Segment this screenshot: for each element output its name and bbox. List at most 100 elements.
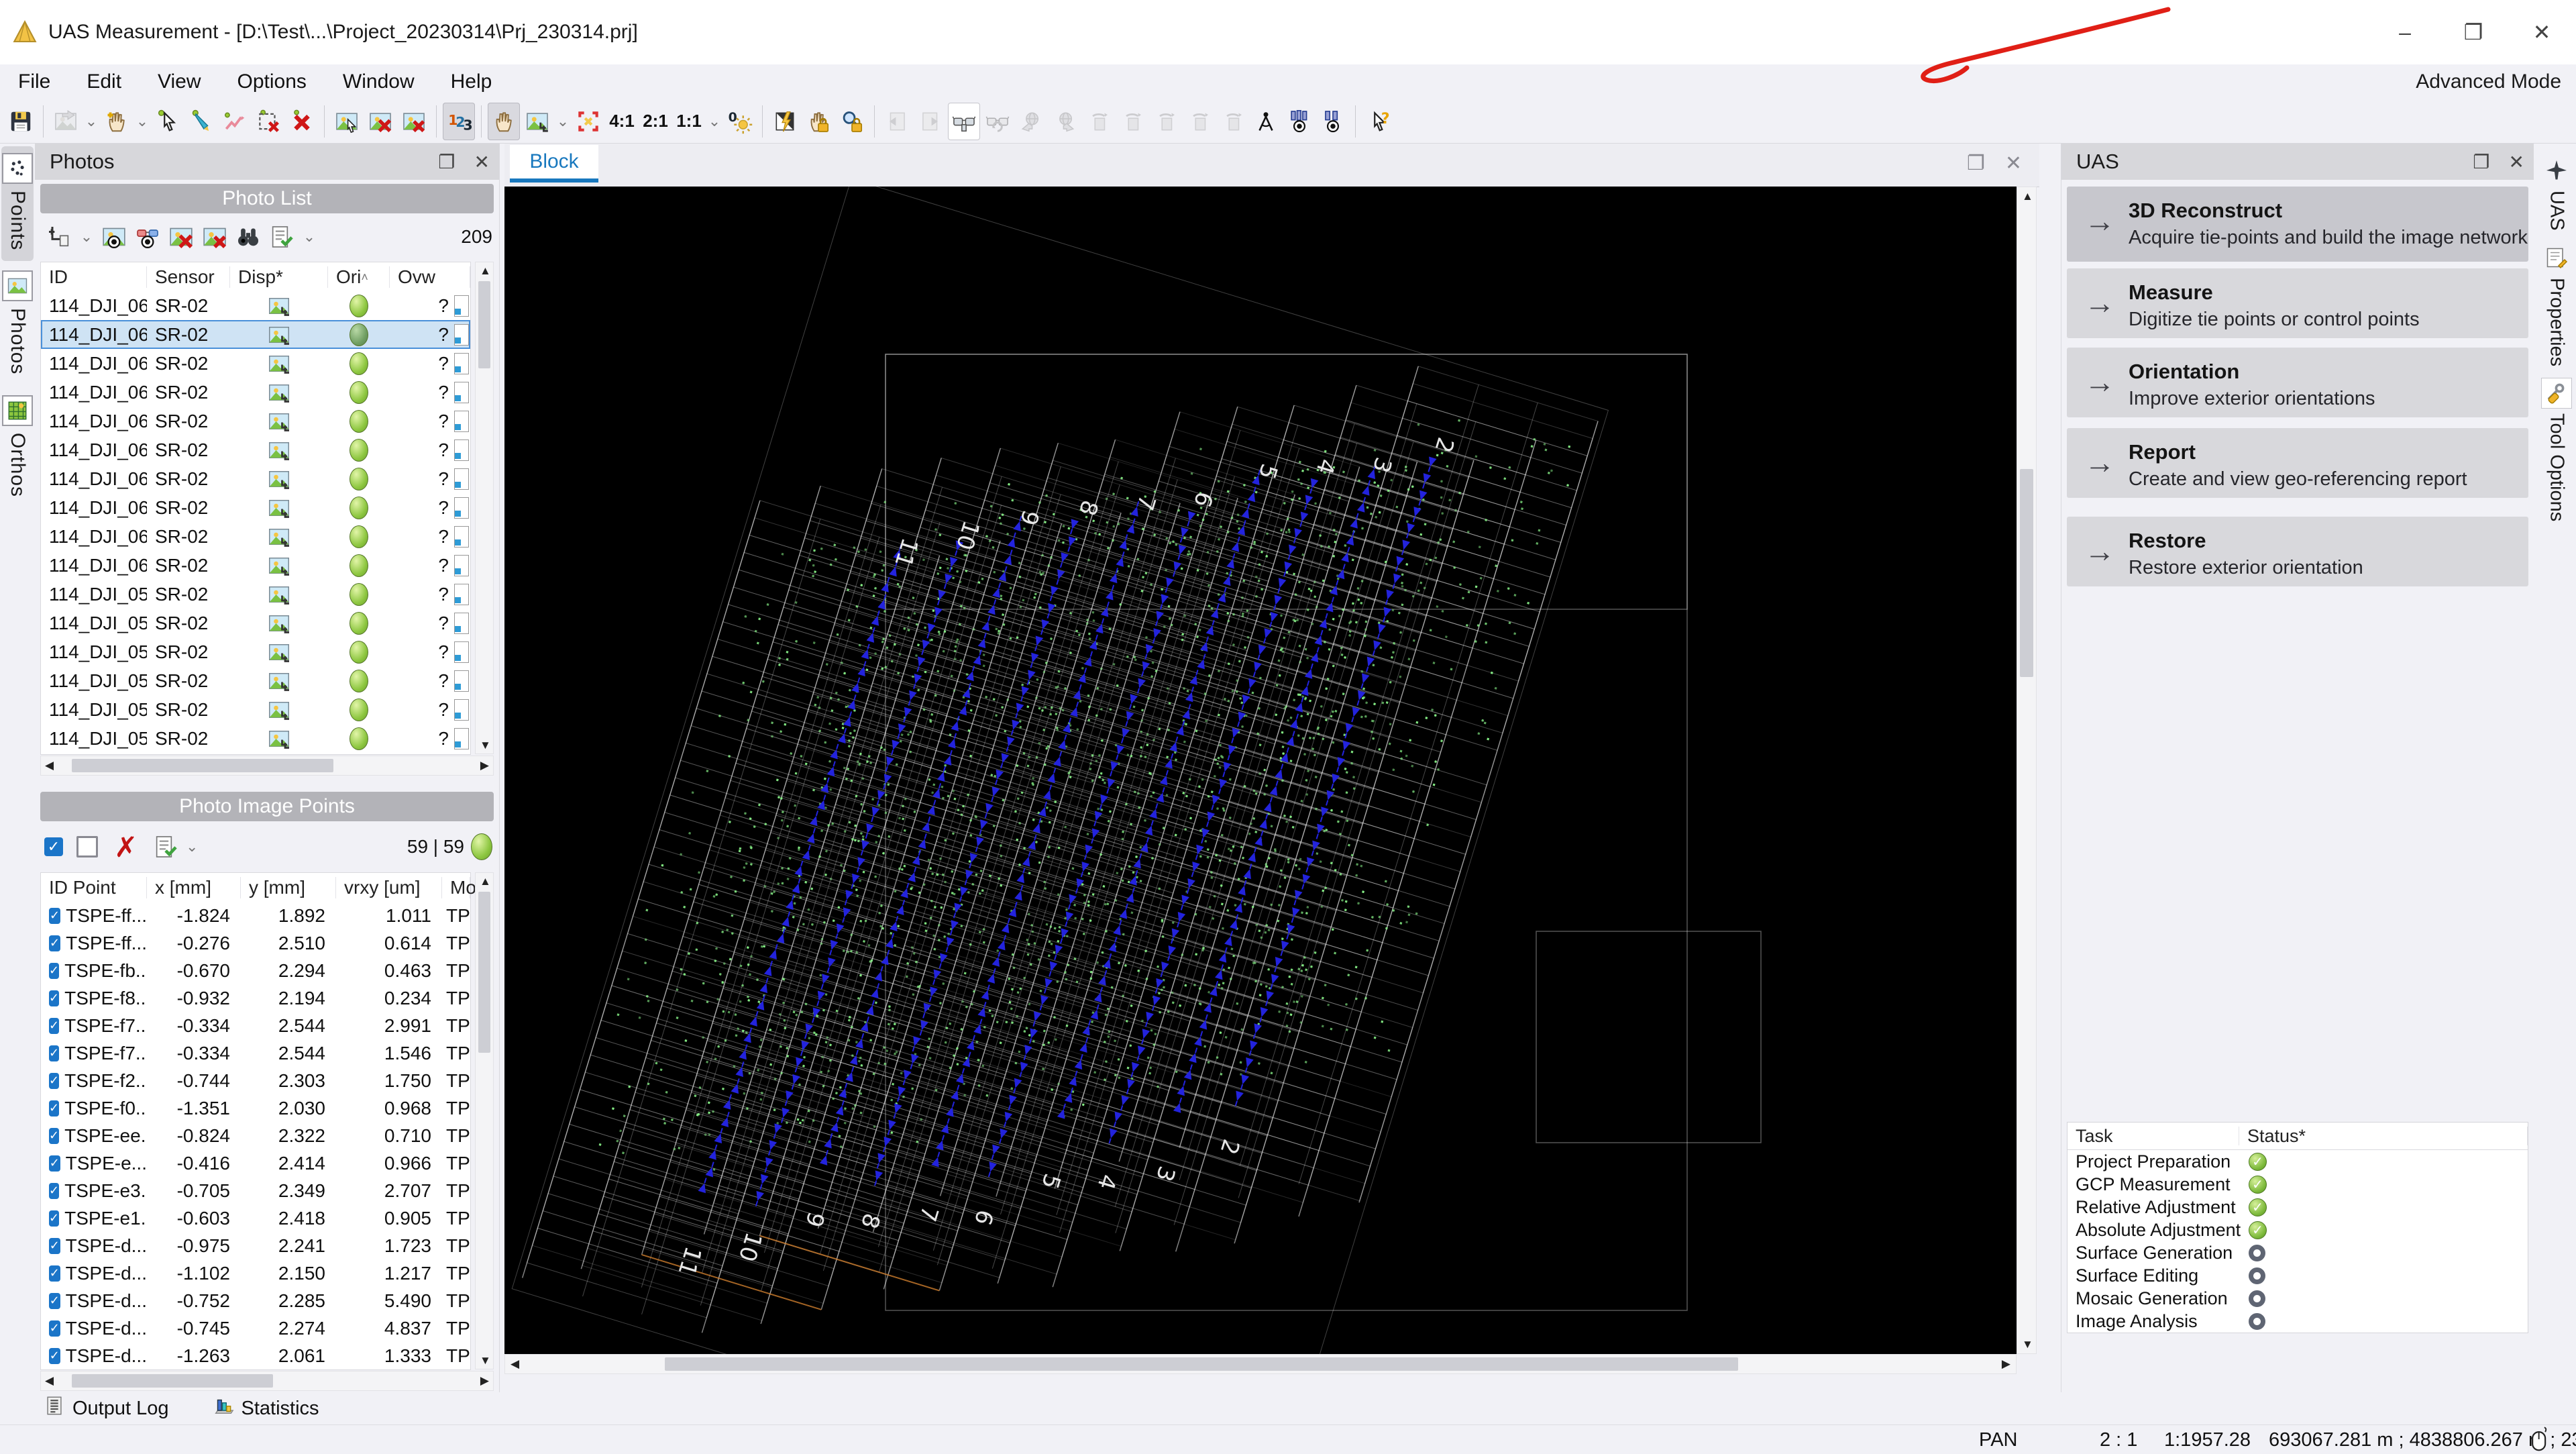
card-measure[interactable]: → Measure Digitize tie points or control… <box>2067 268 2528 338</box>
viewport-hscrollbar[interactable]: ◀ ▶ <box>504 1354 2017 1374</box>
dart-select-button[interactable] <box>185 103 217 140</box>
photo-row[interactable]: 114_DJI_0570 SR-02 ? <box>41 637 470 666</box>
menu-options[interactable]: Options <box>219 64 325 99</box>
photo-row[interactable]: 114_DJI_0630 SR-02 ? <box>41 464 470 493</box>
point-row[interactable]: ✓ TSPE-f8... -0.932 2.194 0.234 TPC <box>41 984 470 1012</box>
point-row[interactable]: ✓ TSPE-fb... -0.670 2.294 0.463 TPC <box>41 957 470 984</box>
menu-view[interactable]: View <box>140 64 219 99</box>
zigzag-move-button[interactable] <box>219 103 251 140</box>
viewport-vscrollbar[interactable]: ▲ ▼ <box>2017 187 2037 1354</box>
station-view-button[interactable] <box>1250 103 1282 140</box>
display-icon[interactable] <box>230 467 328 491</box>
point-checkbox[interactable]: ✓ <box>49 1210 59 1227</box>
chevron-down-icon[interactable]: ⌄ <box>133 103 151 140</box>
move-point-button[interactable] <box>101 103 133 140</box>
display-icon[interactable] <box>230 352 328 376</box>
point-checkbox[interactable]: ✓ <box>49 1320 60 1337</box>
tab-block[interactable]: Block <box>510 145 598 183</box>
display-icon[interactable] <box>230 323 328 347</box>
stereo-glasses-button[interactable] <box>948 103 980 140</box>
point-row[interactable]: ✓ TSPE-e... -0.416 2.414 0.966 TPC <box>41 1149 470 1177</box>
restore-button[interactable]: ❐ <box>2458 19 2489 45</box>
contrast-button[interactable] <box>769 103 801 140</box>
right-tab-tool-options[interactable]: Tool Options <box>2537 378 2576 521</box>
photo-image-points-section-header[interactable]: Photo Image Points <box>40 792 494 821</box>
photo-row[interactable]: 114_DJI_0580 SR-02 ? <box>41 609 470 637</box>
checklist-icon[interactable] <box>267 221 297 253</box>
scroll-right-icon[interactable]: ▶ <box>2002 1358 2010 1369</box>
right-tab-properties[interactable]: Properties <box>2537 243 2576 366</box>
photo-row[interactable]: 114_DJI_0660 SR-02 ? <box>41 378 470 407</box>
close-document-icon[interactable]: ✕ <box>2005 152 2022 175</box>
point-checkbox[interactable]: ✓ <box>49 1073 59 1089</box>
menu-edit[interactable]: Edit <box>68 64 140 99</box>
point-checkbox[interactable]: ✓ <box>49 1265 60 1282</box>
sidebar-tab-points[interactable]: Points <box>1 146 34 261</box>
card-restore[interactable]: → Restore Restore exterior orientation <box>2067 517 2528 586</box>
point-row[interactable]: ✓ TSPE-f2... -0.744 2.303 1.750 TPC <box>41 1067 470 1094</box>
multi-view-button[interactable] <box>1283 103 1316 140</box>
scroll-right-icon[interactable]: ▶ <box>480 1375 489 1386</box>
photo-list-hscrollbar[interactable]: ◀ ▶ <box>40 756 494 776</box>
photo-row[interactable]: 114_DJI_0640 SR-02 ? <box>41 435 470 464</box>
float-document-icon[interactable]: ❐ <box>1967 152 1985 175</box>
point-row[interactable]: ✓ TSPE-d... -1.263 2.061 1.333 TPC <box>41 1342 470 1369</box>
image-delete-2-button[interactable] <box>398 103 430 140</box>
binoculars-icon[interactable] <box>233 221 263 253</box>
point-row[interactable]: ✓ TSPE-ff... -1.824 1.892 1.011 TPC <box>41 902 470 929</box>
column-header-status[interactable]: Status* <box>2239 1127 2528 1145</box>
card-orientation[interactable]: → Orientation Improve exterior orientati… <box>2067 348 2528 417</box>
menu-window[interactable]: Window <box>325 64 433 99</box>
scroll-down-icon[interactable]: ▼ <box>2022 1339 2033 1350</box>
point-row[interactable]: ✓ TSPE-f0... -1.351 2.030 0.968 TPC <box>41 1094 470 1122</box>
multi-view-2-button[interactable] <box>1317 103 1349 140</box>
sidebar-tab-orthos[interactable]: Orthos <box>1 388 34 508</box>
display-icon[interactable] <box>230 698 328 722</box>
display-icon[interactable] <box>230 525 328 549</box>
column-header-mo[interactable]: Mo <box>442 877 470 898</box>
image-delete-2-icon[interactable] <box>200 221 229 253</box>
card-report[interactable]: → Report Create and view geo-referencing… <box>2067 428 2528 498</box>
zoom-corners-button[interactable] <box>572 103 604 140</box>
point-checkbox[interactable]: ✓ <box>49 1348 60 1364</box>
image-cursor-button[interactable] <box>331 103 363 140</box>
column-header-disp[interactable]: Disp* <box>230 266 328 288</box>
display-icon[interactable] <box>230 438 328 462</box>
photo-row[interactable]: 114_DJI_0650 SR-02 ? <box>41 407 470 435</box>
delete-red-button[interactable] <box>286 103 318 140</box>
photo-row[interactable]: 114_DJI_0680 SR-02 ? <box>41 320 470 349</box>
image-corner-button[interactable] <box>521 103 553 140</box>
delete-point-icon[interactable]: ✗ <box>114 831 138 864</box>
column-header-xmm[interactable]: x [mm] <box>147 877 241 898</box>
scroll-left-icon[interactable]: ◀ <box>511 1358 519 1369</box>
chevron-down-icon[interactable]: ⌄ <box>183 828 201 866</box>
column-header-task[interactable]: Task <box>2068 1127 2239 1145</box>
close-panel-icon[interactable]: ✕ <box>2509 151 2524 173</box>
delete-region-button[interactable] <box>252 103 284 140</box>
column-header-ori[interactable]: Ori ˄ <box>328 266 390 288</box>
point-checkbox[interactable]: ✓ <box>49 935 60 951</box>
point-row[interactable]: ✓ TSPE-ee... -0.824 2.322 0.710 TPC <box>41 1122 470 1149</box>
chevron-down-icon[interactable]: ⌄ <box>78 218 95 256</box>
display-icon[interactable] <box>230 582 328 607</box>
save-button[interactable] <box>5 103 37 140</box>
sidebar-tab-photos[interactable]: Photos <box>1 264 34 385</box>
column-header-vrxyum[interactable]: vrxy [um] <box>336 877 442 898</box>
digits-123-button[interactable]: 123 <box>443 103 475 140</box>
scroll-down-icon[interactable]: ▼ <box>480 739 491 751</box>
photo-row[interactable]: 114_DJI_0620 SR-02 ? <box>41 493 470 522</box>
scroll-left-icon[interactable]: ◀ <box>45 760 54 771</box>
image-eye-icon[interactable] <box>99 221 129 253</box>
display-icon[interactable] <box>230 640 328 664</box>
close-button[interactable]: ✕ <box>2526 19 2557 45</box>
glasses-eye-icon[interactable] <box>133 221 162 253</box>
point-checkbox[interactable]: ✓ <box>49 1045 59 1061</box>
points-hscrollbar[interactable]: ◀ ▶ <box>40 1371 494 1391</box>
zoom-4-1-button[interactable]: 4:1 <box>606 103 638 140</box>
zoom-2-1-button[interactable]: 2:1 <box>639 103 672 140</box>
photo-list-vscrollbar[interactable]: ▲ ▼ <box>475 262 494 754</box>
photo-row[interactable]: 114_DJI_0550 SR-02 ? <box>41 695 470 724</box>
photo-row[interactable]: 114_DJI_0690 SR-02 ? <box>41 291 470 320</box>
scroll-up-icon[interactable]: ▲ <box>480 265 491 276</box>
close-panel-icon[interactable]: ✕ <box>474 151 490 173</box>
